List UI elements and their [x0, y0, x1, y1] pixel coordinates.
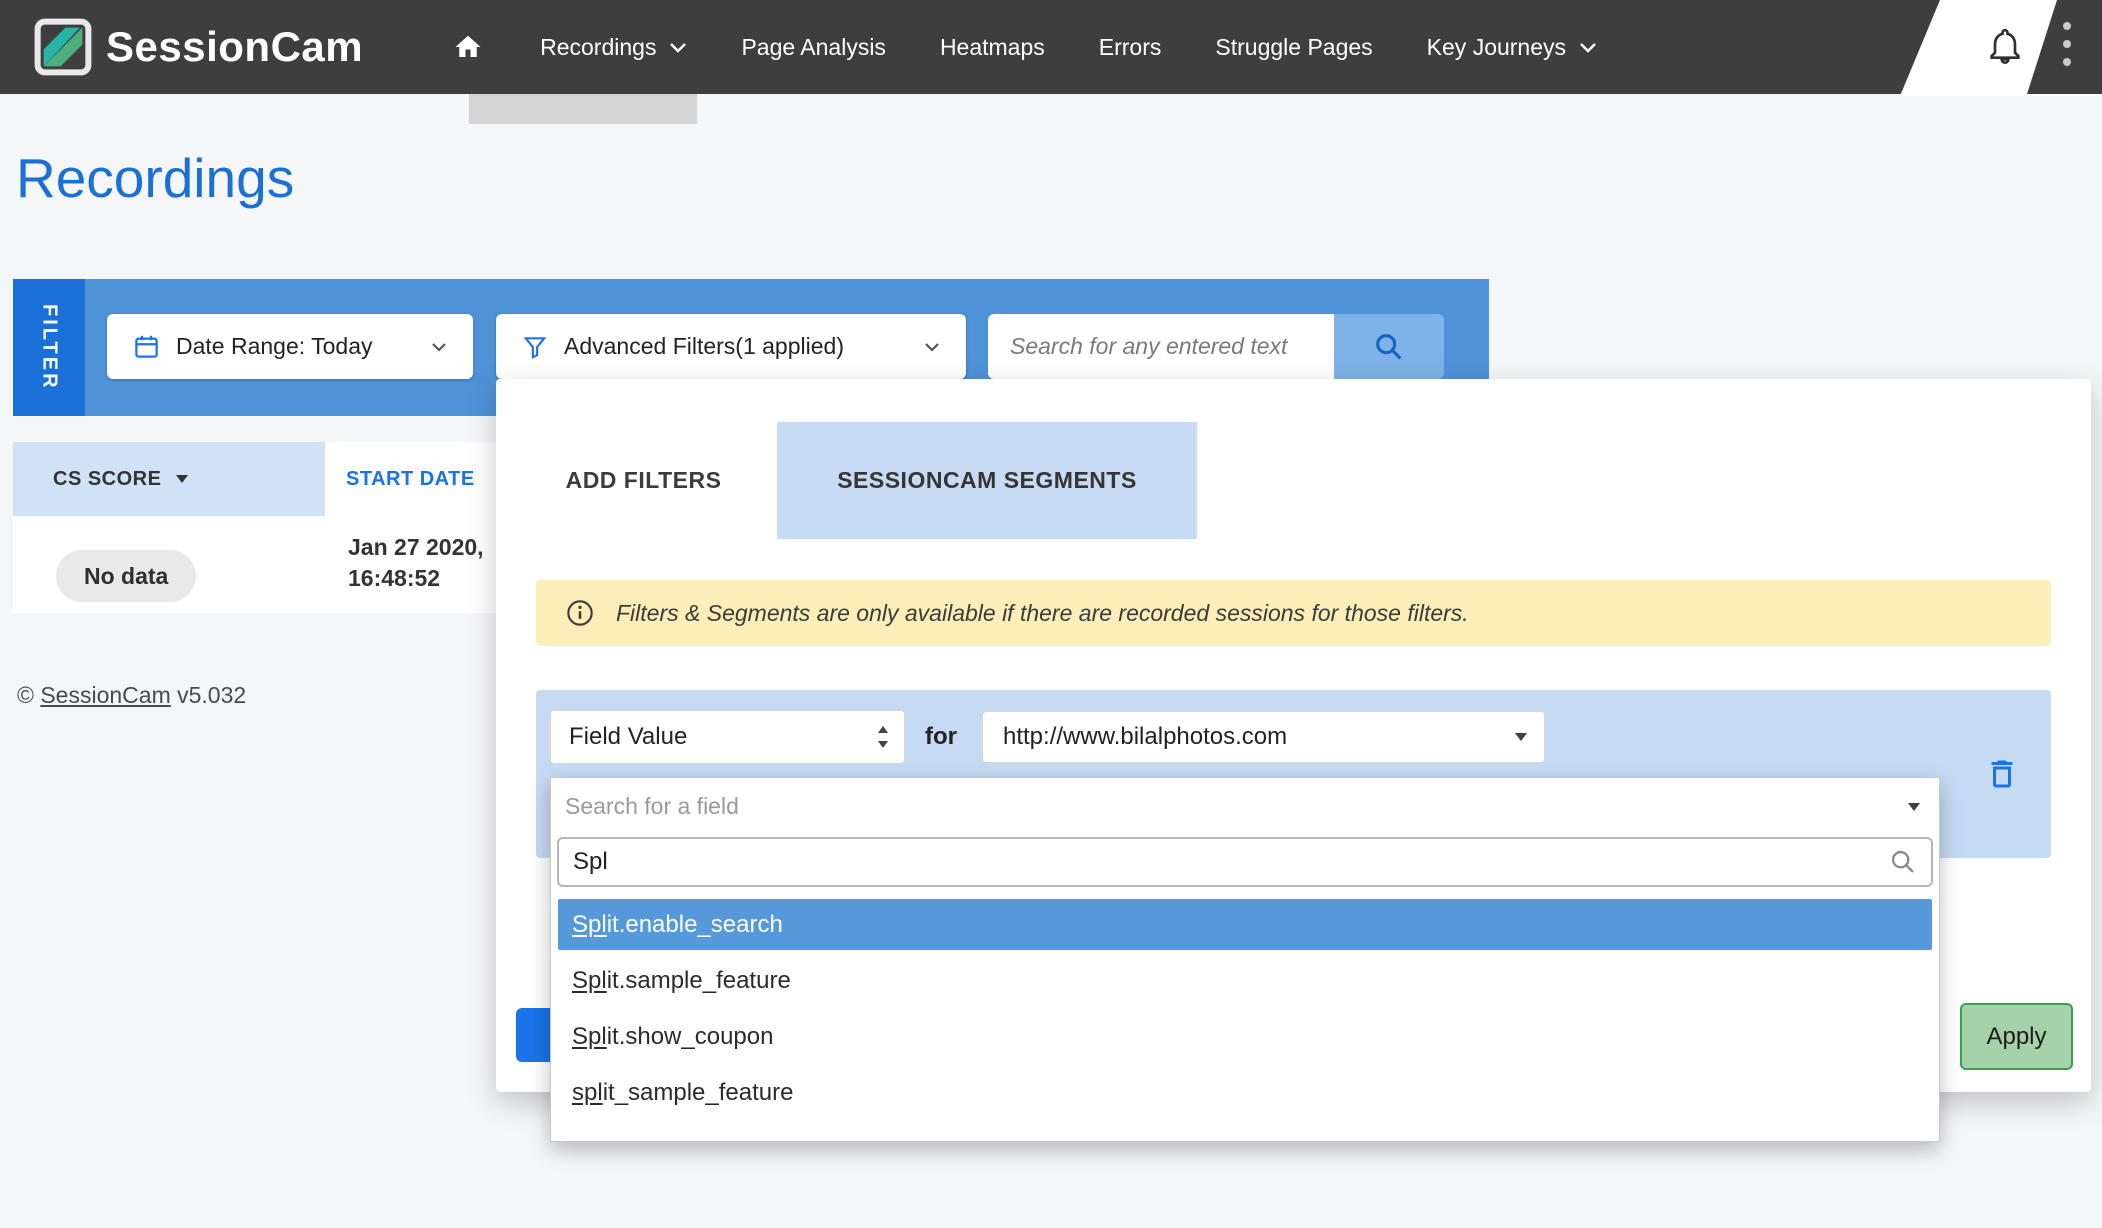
tab-sessioncam-segments-label: SESSIONCAM SEGMENTS — [837, 467, 1137, 494]
kebab-menu-icon[interactable] — [2063, 22, 2073, 76]
tab-add-filters-label: ADD FILTERS — [566, 467, 722, 494]
tab-sessioncam-segments[interactable]: SESSIONCAM SEGMENTS — [777, 422, 1197, 539]
site-select-value: http://www.bilalphotos.com — [1003, 723, 1287, 751]
active-tab-indicator — [469, 94, 697, 124]
cs-score-badge: No data — [56, 550, 196, 602]
option-match: Spl — [572, 911, 607, 938]
date-range-button[interactable]: Date Range: Today — [107, 314, 473, 379]
nav-errors[interactable]: Errors — [1072, 0, 1189, 94]
dropdown-arrow-icon — [1514, 732, 1528, 742]
nav-home[interactable] — [423, 0, 513, 94]
sort-desc-icon — [175, 474, 189, 484]
option-match: Spl — [572, 1023, 607, 1050]
start-date-header-label: START DATE — [346, 468, 475, 491]
chevron-down-icon — [669, 42, 687, 53]
page-title: Recordings — [16, 146, 294, 210]
nav-struggle-pages-label: Struggle Pages — [1215, 34, 1372, 61]
delete-filter-button[interactable] — [1984, 754, 2024, 794]
nav-heatmaps-label: Heatmaps — [940, 34, 1045, 61]
start-date-cell: Jan 27 2020, 16:48:52 — [348, 532, 484, 594]
nav-errors-label: Errors — [1099, 34, 1162, 61]
column-header-cs-score[interactable]: CS SCORE — [13, 442, 325, 516]
option-split-sample-feature-underscore[interactable]: split_sample_feature — [558, 1067, 1932, 1118]
field-search-combobox: Search for a field Split.enable_search S… — [550, 777, 1940, 1142]
nav-page-analysis-label: Page Analysis — [741, 34, 885, 61]
start-date-line1: Jan 27 2020, — [348, 532, 484, 563]
field-type-select[interactable]: Field Value — [550, 710, 905, 764]
option-match: Spl — [572, 967, 607, 994]
footer-brand-link[interactable]: SessionCam — [40, 682, 170, 708]
option-text: it.sample_feature — [607, 967, 791, 994]
search-icon — [1889, 848, 1917, 876]
option-split-enable-search[interactable]: Split.enable_search — [558, 899, 1932, 950]
brand[interactable]: SessionCam — [34, 18, 363, 76]
funnel-icon — [522, 334, 548, 360]
nav-recordings-label: Recordings — [540, 34, 656, 61]
option-text: it.show_coupon — [607, 1023, 774, 1050]
apply-button[interactable]: Apply — [1960, 1003, 2073, 1070]
main-nav: Recordings Page Analysis Heatmaps Errors… — [423, 0, 1624, 94]
chevron-down-icon — [924, 342, 940, 352]
field-options-list: Split.enable_search Split.sample_feature… — [551, 895, 1939, 1118]
cs-score-header-label: CS SCORE — [53, 468, 161, 491]
sort-arrows-icon — [876, 724, 890, 750]
nav-page-analysis[interactable]: Page Analysis — [714, 0, 912, 94]
option-match: spl — [572, 1079, 603, 1106]
option-split-show-coupon[interactable]: Split.show_coupon — [558, 1011, 1932, 1062]
info-banner-text: Filters & Segments are only available if… — [616, 600, 1469, 627]
search-submit-button[interactable] — [1334, 314, 1444, 379]
footer-version: v5.032 — [177, 682, 246, 708]
nav-key-journeys-label: Key Journeys — [1427, 34, 1566, 61]
option-split-sample-feature[interactable]: Split.sample_feature — [558, 955, 1932, 1006]
search-icon — [1372, 330, 1406, 364]
calendar-icon — [133, 333, 160, 360]
option-text: it_sample_feature — [603, 1079, 794, 1106]
chevron-down-icon — [1579, 42, 1597, 53]
advanced-filters-panel: ADD FILTERS SESSIONCAM SEGMENTS Filters … — [496, 379, 2091, 1092]
field-type-value: Field Value — [569, 723, 687, 751]
chevron-down-icon — [431, 342, 447, 352]
filter-vertical-tab[interactable]: FILTER — [13, 279, 85, 416]
top-navigation: SessionCam Recordings Page Analysis Heat… — [0, 0, 2102, 94]
bell-icon — [1985, 24, 2029, 68]
text-search-group — [988, 314, 1444, 379]
for-label: for — [925, 710, 957, 764]
nav-recordings[interactable]: Recordings — [513, 0, 714, 94]
info-icon — [566, 599, 594, 627]
footer: © SessionCam v5.032 — [17, 682, 246, 709]
nav-key-journeys[interactable]: Key Journeys — [1400, 0, 1624, 94]
site-select[interactable]: http://www.bilalphotos.com — [982, 711, 1545, 763]
start-date-line2: 16:48:52 — [348, 563, 484, 594]
filter-vertical-label: FILTER — [38, 304, 61, 391]
date-range-label: Date Range: Today — [176, 333, 373, 360]
field-search-box — [557, 837, 1933, 887]
dropdown-arrow-icon — [1907, 802, 1921, 812]
search-input[interactable] — [988, 314, 1334, 379]
field-select-control[interactable]: Search for a field — [551, 778, 1939, 835]
nav-heatmaps[interactable]: Heatmaps — [913, 0, 1072, 94]
home-icon — [453, 32, 483, 62]
nav-struggle-pages[interactable]: Struggle Pages — [1188, 0, 1399, 94]
advanced-filters-label: Advanced Filters(1 applied) — [564, 333, 844, 360]
info-banner: Filters & Segments are only available if… — [536, 580, 2051, 646]
tab-add-filters[interactable]: ADD FILTERS — [536, 422, 751, 539]
field-select-placeholder: Search for a field — [565, 793, 739, 820]
brand-name: SessionCam — [106, 23, 363, 71]
option-text: it.enable_search — [607, 911, 783, 938]
copyright-symbol: © — [17, 682, 34, 708]
advanced-filters-button[interactable]: Advanced Filters(1 applied) — [496, 314, 966, 379]
field-search-input[interactable] — [573, 848, 1889, 876]
notifications-button[interactable] — [1985, 22, 2029, 70]
sessioncam-logo-icon — [34, 18, 92, 76]
trash-icon — [1984, 756, 2024, 792]
